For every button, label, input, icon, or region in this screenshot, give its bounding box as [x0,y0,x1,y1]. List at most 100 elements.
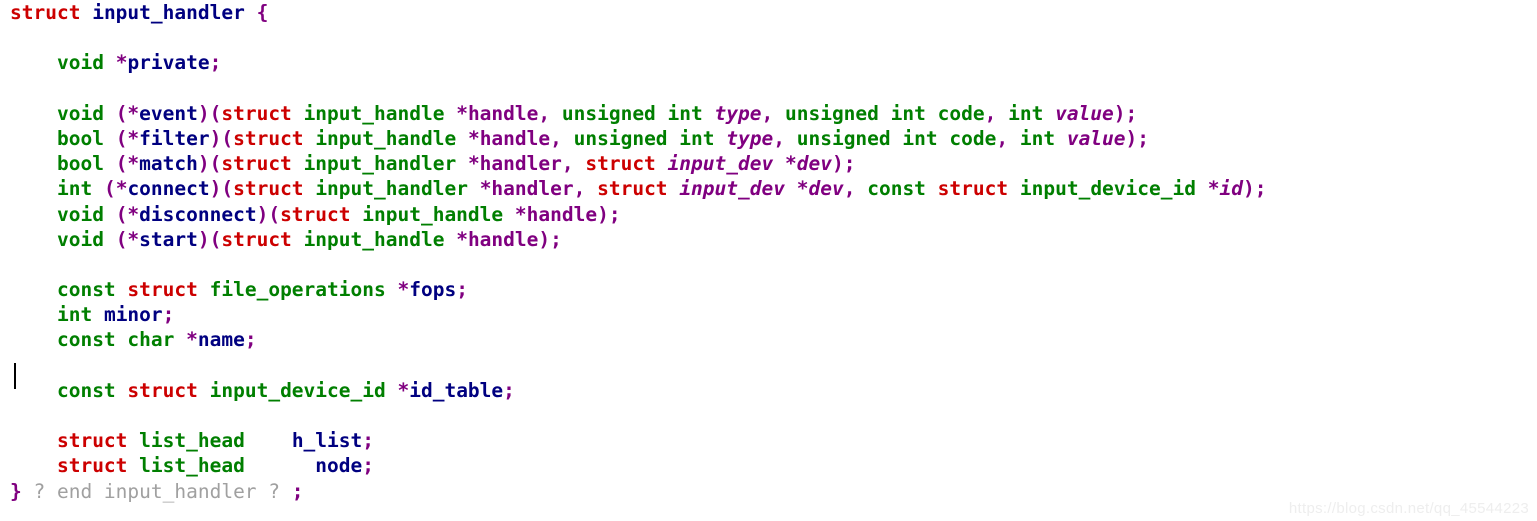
code-line[interactable]: void (*event)(struct input_handle *handl… [0,101,1537,126]
code-token-punct: * [115,51,128,75]
code-token-punct: } [10,479,22,503]
code-token-punct: (* [115,202,140,226]
code-line-blank[interactable] [0,25,1537,50]
code-token-param: type [726,126,774,150]
code-token-type: void [56,101,104,125]
code-token-ident: node [315,454,363,478]
code-line[interactable]: struct input_handler { [0,0,1537,25]
code-token-ident: start [139,227,198,251]
code-token-keyword: struct [56,454,128,478]
code-token-type: input_handle [315,126,457,150]
code-token-ident: h_list [291,429,363,453]
code-line[interactable]: const struct file_operations *fops; [0,277,1537,302]
code-token-punct: ; [456,278,468,302]
code-line-blank[interactable] [0,403,1537,428]
code-token-keyword: struct [937,177,1009,201]
code-token-punct: , [761,101,774,125]
code-line[interactable]: void (*disconnect)(struct input_handle *… [0,202,1537,227]
code-token-punct: (* [115,126,140,150]
code-token-punct: )( [209,126,234,150]
code-token-type: code [937,101,985,125]
code-token-punct: * [1207,177,1220,201]
code-token-punct: * [186,328,198,352]
code-token-type: unsigned int [573,126,715,150]
code-token-param: value [1055,101,1114,125]
code-line[interactable]: bool (*match)(struct input_handler *hand… [0,151,1537,176]
code-token-type: const [56,328,116,352]
code-token-punct: ; [209,51,222,75]
code-editor-view[interactable]: struct input_handler { void *private; vo… [0,0,1537,521]
code-token-ident: disconnect [139,202,257,226]
code-line-blank[interactable] [0,252,1537,277]
code-token-punct: * [784,152,797,176]
code-token-punct: *handler, [467,152,574,176]
code-token-param: input_dev [679,177,785,201]
code-token-punct: * [796,177,809,201]
code-token-punct: (* [115,227,140,251]
code-line[interactable]: const struct input_device_id *id_table; [0,378,1537,403]
code-line[interactable]: struct list_head h_list; [0,428,1537,453]
code-line[interactable]: int minor; [0,302,1537,327]
code-line[interactable]: bool (*filter)(struct input_handle *hand… [0,126,1537,151]
code-token-type: int [56,177,93,201]
code-line[interactable]: void *private; [0,50,1537,75]
code-line[interactable]: int (*connect)(struct input_handler *han… [0,176,1537,201]
code-token-punct: ; [162,303,175,327]
code-token-type: input_device_id [209,378,386,402]
code-token-type: const [867,177,926,201]
code-token-punct: (* [103,177,128,201]
code-line-blank[interactable] [0,353,1537,378]
code-token-param: input_dev [667,152,774,176]
code-token-punct: *handle [456,227,539,251]
code-token-punct: , [984,101,997,125]
text-caret [14,363,16,389]
code-token-type: void [56,227,104,251]
code-token-keyword: struct [585,152,656,176]
code-token-punct: *handle [514,202,598,226]
code-token-punct: )( [209,177,234,201]
code-token-keyword: struct [10,1,81,24]
code-token-punct: ); [1125,126,1150,150]
code-line[interactable]: struct list_head node; [0,453,1537,478]
code-line[interactable]: void (*start)(struct input_handle *handl… [0,227,1537,252]
code-line-blank[interactable] [0,76,1537,101]
code-token-punct: ; [291,479,304,503]
code-line[interactable]: const char *name; [0,327,1537,352]
code-token-param: value [1066,126,1126,150]
code-token-type: void [56,51,104,75]
watermark-text: https://blog.csdn.net/qq_45544223 [1288,500,1529,517]
code-token-type: input_handle [362,202,504,226]
